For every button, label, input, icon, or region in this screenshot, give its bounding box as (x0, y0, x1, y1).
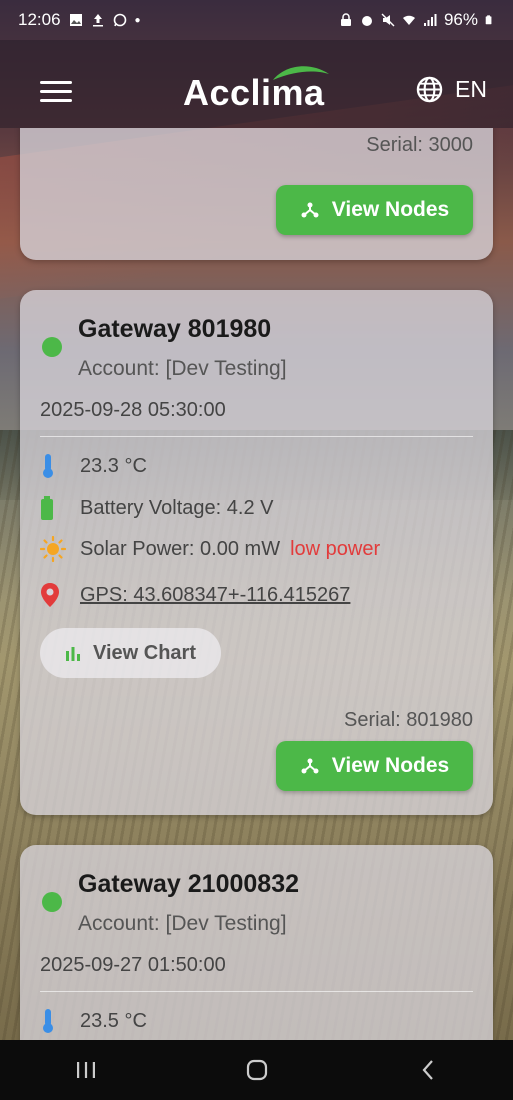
sun-icon (40, 536, 66, 562)
whatsapp-icon (113, 13, 126, 27)
view-nodes-button[interactable]: View Nodes (276, 185, 473, 235)
solar-power-value: Solar Power: 0.00 mW (80, 537, 281, 560)
solar-row: Solar Power: 0.00 mW low power (40, 536, 380, 562)
view-nodes-label: View Nodes (331, 754, 450, 777)
gateway-title: Gateway 801980 (78, 315, 272, 343)
gateway-title: Gateway 21000832 (78, 870, 300, 898)
view-nodes-label: View Nodes (331, 198, 450, 221)
thermometer-icon (43, 1009, 53, 1033)
upload-notification-icon (92, 14, 103, 27)
battery-percent: 96% (443, 10, 478, 29)
acclima-logo: Acclima (183, 62, 333, 113)
serial-label: Serial: 3000 (366, 134, 473, 156)
gps-link[interactable]: GPS: 43.608347+-116.415267 (80, 584, 350, 607)
last-update-timestamp: 2025-09-28 05:30:00 (40, 399, 226, 421)
view-chart-label: View Chart (93, 641, 196, 664)
language-selector[interactable]: EN (416, 76, 487, 103)
battery-icon (41, 496, 53, 520)
status-bar: 12:06 ● 96% (0, 0, 513, 40)
globe-icon (416, 76, 443, 103)
online-status-dot (42, 337, 62, 357)
recent-apps-button[interactable] (56, 1050, 116, 1090)
lock-icon (340, 13, 351, 26)
home-icon (246, 1059, 267, 1081)
battery-icon (485, 15, 492, 25)
gateway-card: Serial: 3000 View Nodes (20, 128, 493, 260)
serial-label: Serial: 801980 (344, 709, 473, 731)
mute-icon (381, 13, 395, 27)
language-code: EN (455, 76, 487, 102)
divider (40, 991, 473, 992)
signal-icon (423, 14, 437, 26)
temperature-row: 23.3 °C (40, 453, 147, 479)
gateway-card: Gateway 21000832 Account: [Dev Testing] … (20, 845, 493, 1040)
battery-voltage: Battery Voltage: 4.2 V (80, 496, 274, 519)
divider (40, 436, 473, 437)
nodes-icon (301, 202, 319, 218)
status-time: 12:06 (18, 10, 61, 29)
temperature-value: 23.3 °C (80, 454, 147, 477)
system-navigation-bar (0, 1040, 513, 1100)
gateway-card: Gateway 801980 Account: [Dev Testing] 20… (20, 290, 493, 815)
account-label: Account: [Dev Testing] (78, 357, 287, 380)
logo-text: Acclima (183, 72, 325, 113)
gps-row: GPS: 43.608347+-116.415267 (40, 582, 350, 608)
back-button[interactable] (398, 1050, 458, 1090)
account-label: Account: [Dev Testing] (78, 912, 287, 935)
last-update-timestamp: 2025-09-27 01:50:00 (40, 954, 226, 976)
low-power-warning: low power (290, 537, 381, 560)
wifi-icon (402, 15, 415, 25)
more-notifications-dot: ● (134, 14, 141, 26)
home-button[interactable] (227, 1050, 287, 1090)
battery-row: Battery Voltage: 4.2 V (40, 495, 273, 521)
online-status-dot (42, 892, 62, 912)
alarm-icon (361, 16, 372, 26)
back-chevron-icon (422, 1060, 433, 1080)
hamburger-menu-icon[interactable] (40, 81, 72, 105)
temperature-value: 23.5 °C (80, 1009, 147, 1032)
bar-chart-icon (66, 647, 80, 661)
view-nodes-button[interactable]: View Nodes (276, 741, 473, 791)
location-pin-icon (41, 583, 59, 607)
image-notification-icon (69, 14, 82, 26)
thermometer-icon (43, 454, 53, 478)
app-header: Acclima EN (0, 40, 513, 128)
temperature-row: 23.5 °C (40, 1008, 147, 1034)
nodes-icon (301, 758, 319, 774)
gateway-list[interactable]: Serial: 3000 View Nodes Gateway 801980 A… (0, 128, 513, 1040)
view-chart-button[interactable]: View Chart (40, 628, 221, 678)
recent-apps-icon (76, 1062, 95, 1078)
